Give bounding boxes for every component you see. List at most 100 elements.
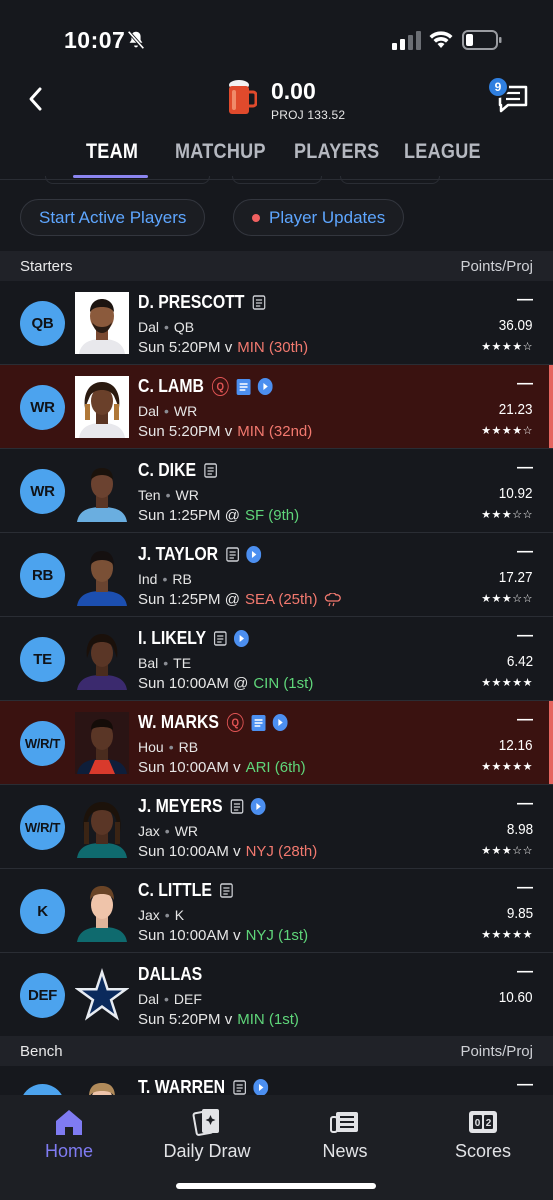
player-row[interactable]: RB J. TAYLOR Ind • RB Sun 1:25PM @ SEA (25t… xyxy=(0,533,553,617)
position-badge[interactable]: WR xyxy=(20,385,65,430)
player-row[interactable]: W/R/T J. MEYERS Jax • WR Sun 10:00AM v NYJ … xyxy=(0,785,553,869)
tab-team[interactable]: TEAM xyxy=(86,140,138,164)
play-video-icon[interactable] xyxy=(234,630,250,647)
player-updates-button[interactable]: Player Updates xyxy=(233,199,405,236)
player-name[interactable]: T. WARREN xyxy=(138,1077,225,1096)
play-video-icon[interactable] xyxy=(253,1079,269,1096)
play-video-icon[interactable] xyxy=(272,714,288,731)
opponent-rank: NYJ (28th) xyxy=(245,843,318,860)
position-badge[interactable]: RB xyxy=(20,553,65,598)
game-location: v xyxy=(224,339,233,356)
player-name[interactable]: C. LITTLE xyxy=(138,880,212,901)
news-note-icon[interactable] xyxy=(236,378,251,395)
player-team-position: Dal • WR xyxy=(138,403,197,419)
player-rating-stars: ★★★★★ xyxy=(481,929,533,941)
player-rating-stars: ★★★★☆ xyxy=(481,341,533,353)
news-note-icon[interactable] xyxy=(204,463,217,478)
game-time: Sun 1:25PM xyxy=(138,507,221,524)
back-chevron-icon[interactable] xyxy=(24,84,48,114)
player-name[interactable]: D. PRESCOTT xyxy=(138,292,244,313)
player-name[interactable]: C. LAMB xyxy=(138,376,204,397)
player-points: — xyxy=(517,543,533,560)
player-team-position: Ind • RB xyxy=(138,571,192,587)
player-points: — xyxy=(517,459,533,476)
status-bar: 10:07 xyxy=(0,0,553,76)
player-row[interactable]: W/R/T W. MARKS Q Hou • RB Sun 10:00AM v ARI… xyxy=(0,701,553,785)
player-headshot xyxy=(75,880,129,942)
news-note-icon[interactable] xyxy=(230,799,244,814)
player-row[interactable]: WR C. DIKE Ten • WR Sun 1:25PM @ SF (9th) —… xyxy=(0,449,553,533)
player-name[interactable]: J. TAYLOR xyxy=(138,544,218,565)
position-badge[interactable]: W/R/T xyxy=(20,805,65,850)
player-headshot xyxy=(75,712,129,774)
news-note-icon[interactable] xyxy=(214,631,227,646)
game-time: Sun 5:20PM xyxy=(138,423,221,440)
player-rating-stars: ★★★★☆ xyxy=(481,425,533,437)
nav-daily-draw[interactable]: Daily Draw xyxy=(152,1107,262,1162)
news-note-icon[interactable] xyxy=(226,547,239,562)
wifi-icon xyxy=(429,31,453,48)
separator-dot: • xyxy=(163,655,169,671)
game-time: Sun 5:20PM xyxy=(138,1011,221,1028)
position-badge[interactable]: DEF xyxy=(20,973,65,1018)
nav-news[interactable]: News xyxy=(290,1107,400,1162)
player-team-position: Hou • RB xyxy=(138,739,198,755)
player-position: WR xyxy=(173,403,198,419)
separator-dot: • xyxy=(165,487,171,503)
player-name[interactable]: DALLAS xyxy=(138,964,202,985)
position-badge[interactable]: W/R/T xyxy=(20,721,65,766)
player-rating-stars: ★★★☆☆ xyxy=(481,845,533,857)
player-name-line: T. WARREN xyxy=(138,1077,269,1096)
position-badge[interactable]: WR xyxy=(20,469,65,514)
player-position: DEF xyxy=(173,991,202,1007)
nav-scores[interactable]: 0 2 Scores xyxy=(428,1107,538,1162)
player-projection: 12.16 xyxy=(499,737,533,754)
player-name[interactable]: C. DIKE xyxy=(138,460,196,481)
newspaper-icon xyxy=(330,1112,358,1133)
game-info: Sun 10:00AM v NYJ (28th) xyxy=(138,843,317,860)
game-location: @ xyxy=(224,591,240,608)
bench-section-header: Bench Points/Proj xyxy=(0,1036,553,1066)
position-badge[interactable]: K xyxy=(20,889,65,934)
position-badge[interactable]: QB xyxy=(20,301,65,346)
news-note-icon[interactable] xyxy=(233,1080,246,1095)
starters-section-header: Starters Points/Proj xyxy=(0,251,553,281)
player-team: Dal xyxy=(138,319,160,335)
player-row[interactable]: TE I. LIKELY Bal • TE Sun 10:00AM @ CIN (1s… xyxy=(0,617,553,701)
player-row[interactable]: K C. LITTLE Jax • K Sun 10:00AM v NYJ (1st)… xyxy=(0,869,553,953)
nav-daily-draw-label: Daily Draw xyxy=(163,1141,251,1161)
opponent-rank: SF (9th) xyxy=(244,507,300,524)
play-video-icon[interactable] xyxy=(257,378,273,395)
news-note-icon[interactable] xyxy=(220,883,233,898)
player-position: WR xyxy=(175,487,199,503)
tab-players[interactable]: PLAYERS xyxy=(294,140,379,164)
player-name[interactable]: J. MEYERS xyxy=(138,796,223,817)
player-name[interactable]: I. LIKELY xyxy=(138,628,206,649)
player-headshot xyxy=(75,460,129,522)
play-video-icon[interactable] xyxy=(250,798,266,815)
player-row[interactable]: QB D. PRESCOTT Dal • QB Sun 5:20PM v MIN (3… xyxy=(0,281,553,365)
separator-dot: • xyxy=(164,319,169,335)
player-row[interactable]: DEF DALLAS Dal • DEF Sun 5:20PM v MIN (1st)… xyxy=(0,953,553,1037)
opponent-rank: CIN (1st) xyxy=(253,675,314,692)
nav-home[interactable]: Home xyxy=(14,1107,124,1162)
start-active-players-button[interactable]: Start Active Players xyxy=(20,199,206,236)
tab-league[interactable]: LEAGUE xyxy=(404,140,481,164)
play-video-icon[interactable] xyxy=(246,546,262,563)
nav-scores-label: Scores xyxy=(454,1141,512,1161)
chat-unread-badge: 9 xyxy=(487,76,509,98)
game-time: Sun 10:00AM xyxy=(138,675,229,692)
player-name[interactable]: W. MARKS xyxy=(138,712,219,733)
news-note-icon[interactable] xyxy=(251,714,266,731)
player-row[interactable]: T. WARREN — xyxy=(0,1066,553,1096)
scrolled-pill-edge xyxy=(45,176,210,184)
starters-title: Starters xyxy=(20,257,73,275)
position-badge[interactable]: TE xyxy=(20,637,65,682)
player-row[interactable]: WR C. LAMB Q Dal • WR Sun 5:20PM v MIN (32n… xyxy=(0,365,553,449)
game-location: v xyxy=(224,423,233,440)
tab-matchup[interactable]: MATCHUP xyxy=(175,140,266,164)
separator-dot: • xyxy=(164,991,169,1007)
game-location: v xyxy=(233,759,241,776)
news-note-icon[interactable] xyxy=(252,295,266,310)
player-points: — xyxy=(517,291,533,308)
